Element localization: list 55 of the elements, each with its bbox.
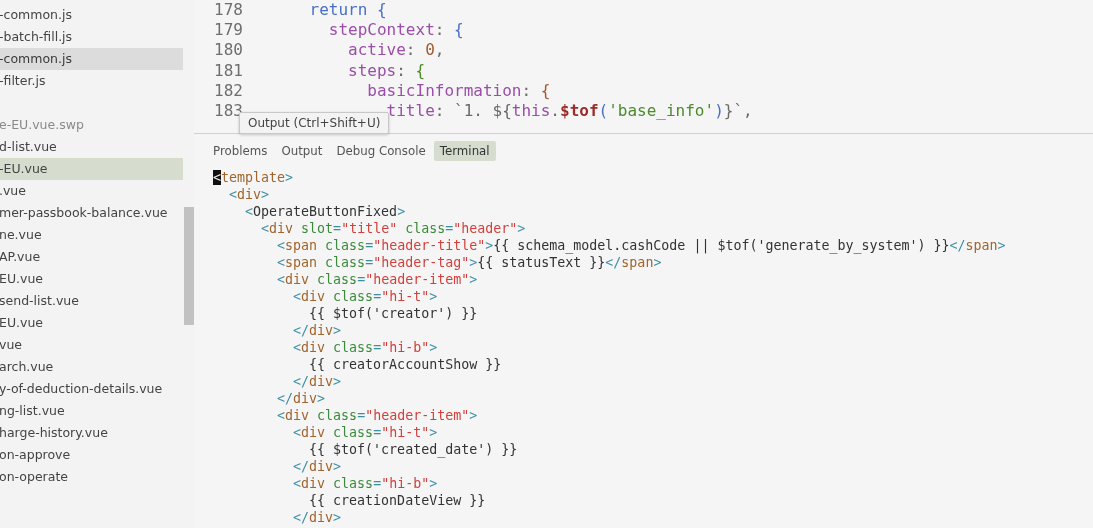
file-item[interactable]: EU.vue xyxy=(0,268,183,290)
tooltip: Output (Ctrl+Shift+U) xyxy=(239,112,390,134)
code-line: stepContext: { xyxy=(328,20,464,41)
file-item[interactable]: y-of-deduction-details.vue xyxy=(0,378,183,400)
terminal-line: <div class="hi-t"> xyxy=(292,424,438,441)
terminal-line: </div> xyxy=(292,322,342,339)
file-item[interactable]: ne.vue xyxy=(0,224,183,246)
terminal-line: </div> xyxy=(276,390,326,407)
code-line: basicInformation: { xyxy=(367,80,551,101)
terminal-line: {{ creatorAccountShow }} xyxy=(308,356,502,373)
line-number: 179 xyxy=(213,20,244,41)
file-item[interactable]: -common.js xyxy=(0,48,183,70)
terminal-line: </div> xyxy=(292,458,342,475)
terminal-line: <div> xyxy=(228,186,270,203)
terminal-line: </div> xyxy=(292,373,342,390)
file-item[interactable]: EU.vue xyxy=(0,312,183,334)
panel-tab[interactable]: Debug Console xyxy=(330,141,432,161)
scrollbar-thumb[interactable] xyxy=(184,207,194,325)
terminal-line: <span class="header-title">{{ schema_model.cashCode || $tof('generate_by_system') }}</span> xyxy=(276,237,1006,254)
file-item[interactable]: -common.js xyxy=(0,4,183,26)
line-number: 180 xyxy=(213,40,244,61)
panel-tab[interactable]: Output xyxy=(275,141,329,161)
terminal-line: <div slot="title" class="header"> xyxy=(260,220,526,237)
terminal-line: <OperateButtonFixed> xyxy=(244,203,406,220)
terminal-line: <div class="header-item"> xyxy=(276,271,478,288)
file-item[interactable]: mer-passbook-balance.vue xyxy=(0,202,183,224)
terminal-line: <div class="header-item"> xyxy=(276,407,478,424)
terminal-line: {{ $tof('creator') }} xyxy=(308,305,478,322)
line-number: 181 xyxy=(213,60,244,81)
line-number: 178 xyxy=(213,0,244,21)
code-line: active: 0, xyxy=(348,40,445,61)
file-item[interactable]: send-list.vue xyxy=(0,290,183,312)
terminal-line: <div class="hi-b"> xyxy=(292,475,438,492)
terminal-line: {{ $tof('created_date') }} xyxy=(308,441,518,458)
code-line: steps: { xyxy=(348,60,426,81)
file-item[interactable]: vue xyxy=(0,334,183,356)
panel-tab[interactable]: Terminal xyxy=(433,141,496,161)
terminal-line: </div> xyxy=(292,509,342,526)
file-item[interactable]: -batch-fill.js xyxy=(0,26,183,48)
terminal-line: <div class="hi-t"> xyxy=(292,288,438,305)
file-item[interactable]: on-approve xyxy=(0,444,183,466)
file-item[interactable]: on-operate xyxy=(0,466,183,488)
terminal-line: <span class="header-tag">{{ statusText }}</span> xyxy=(276,254,662,271)
terminal-line: <div class="hi-b"> xyxy=(292,339,438,356)
file-item[interactable]: -filter.js xyxy=(0,70,183,92)
panel-tab[interactable]: Problems xyxy=(207,141,274,161)
file-item[interactable]: .vue xyxy=(0,180,183,202)
file-item[interactable]: ng-list.vue xyxy=(0,400,183,422)
line-number: 182 xyxy=(213,80,244,101)
file-item[interactable]: arch.vue xyxy=(0,356,183,378)
file-item[interactable]: -EU.vue xyxy=(0,158,183,180)
file-item[interactable]: d-list.vue xyxy=(0,136,183,158)
terminal-line: {{ creationDateView }} xyxy=(308,492,486,509)
file-item[interactable]: harge-history.vue xyxy=(0,422,183,444)
code-line: return { xyxy=(309,0,387,21)
